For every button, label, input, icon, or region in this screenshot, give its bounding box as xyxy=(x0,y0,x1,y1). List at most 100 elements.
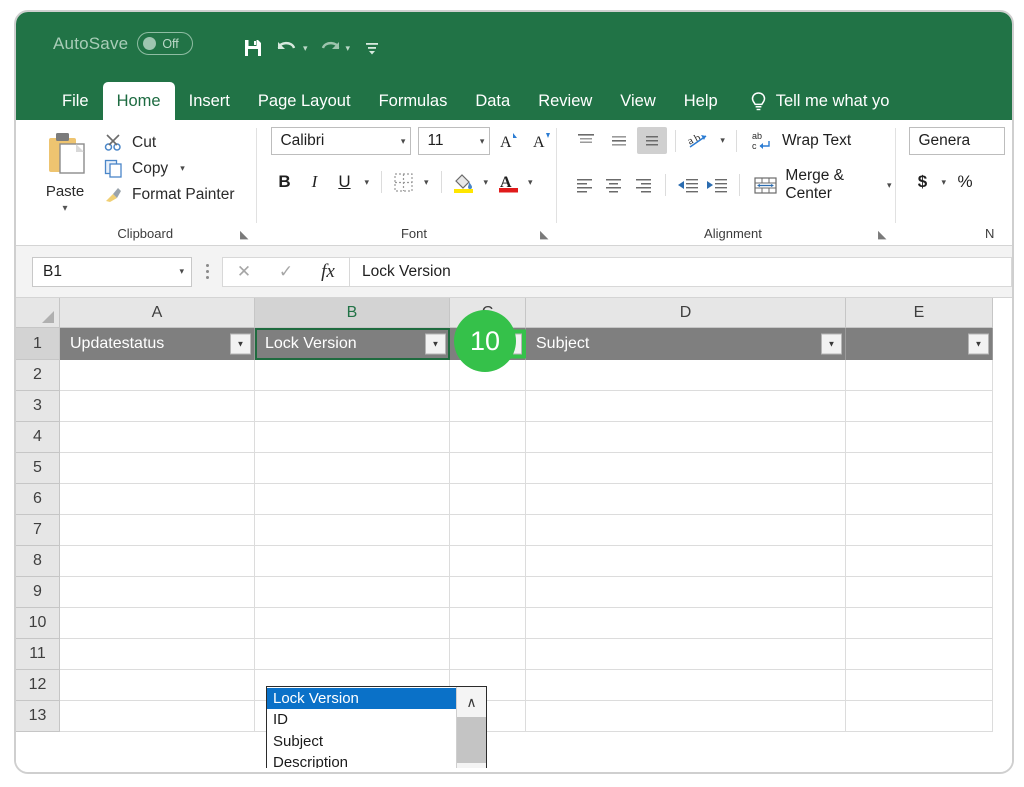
format-painter-button[interactable]: Format Painter xyxy=(104,185,235,204)
borders-icon[interactable] xyxy=(391,168,417,196)
row-header-12[interactable]: 12 xyxy=(16,670,60,701)
cell-a1[interactable]: Updatestatus ▼ xyxy=(60,328,255,360)
cell-e10[interactable] xyxy=(846,608,993,639)
copy-button[interactable]: Copy ▾ xyxy=(104,159,235,178)
column-header-e[interactable]: E xyxy=(846,298,993,328)
cell-b4[interactable] xyxy=(255,422,450,453)
enter-icon[interactable]: ✓ xyxy=(265,262,307,282)
cell-b9[interactable] xyxy=(255,577,450,608)
cell-e2[interactable] xyxy=(846,360,993,391)
increase-indent-icon[interactable] xyxy=(704,172,731,199)
undo-icon[interactable] xyxy=(272,34,302,62)
merge-center-dropdown-icon[interactable]: ▾ xyxy=(884,180,895,191)
cancel-icon[interactable]: ✕ xyxy=(223,262,265,282)
cell-e13[interactable] xyxy=(846,701,993,732)
cell-c3[interactable] xyxy=(450,391,526,422)
merge-center-button[interactable]: Merge & Center ▾ xyxy=(747,167,894,203)
cell-d7[interactable] xyxy=(526,515,846,546)
cell-d8[interactable] xyxy=(526,546,846,577)
cell-e11[interactable] xyxy=(846,639,993,670)
decrease-font-size-icon[interactable]: A xyxy=(530,127,556,155)
cell-a9[interactable] xyxy=(60,577,255,608)
cell-a3[interactable] xyxy=(60,391,255,422)
row-header-6[interactable]: 6 xyxy=(16,484,60,515)
cell-a2[interactable] xyxy=(60,360,255,391)
cell-d9[interactable] xyxy=(526,577,846,608)
chevron-down-icon[interactable]: ▾ xyxy=(480,136,485,147)
accounting-format-button[interactable]: $ xyxy=(909,168,935,196)
cell-d2[interactable] xyxy=(526,360,846,391)
row-header-8[interactable]: 8 xyxy=(16,546,60,577)
cell-b10[interactable] xyxy=(255,608,450,639)
font-name-combo[interactable]: Calibri ▾ xyxy=(271,127,411,155)
cell-e6[interactable] xyxy=(846,484,993,515)
align-middle-icon[interactable] xyxy=(604,127,634,154)
tell-me-search[interactable]: Tell me what yo xyxy=(750,82,890,120)
cut-button[interactable]: Cut xyxy=(104,133,235,152)
decrease-indent-icon[interactable] xyxy=(674,172,701,199)
cell-c9[interactable] xyxy=(450,577,526,608)
cell-a7[interactable] xyxy=(60,515,255,546)
filter-button-b[interactable]: ▼ xyxy=(425,334,446,355)
cell-e4[interactable] xyxy=(846,422,993,453)
row-header-5[interactable]: 5 xyxy=(16,453,60,484)
wrap-text-button[interactable]: abc Wrap Text xyxy=(745,130,851,152)
accounting-dropdown-icon[interactable]: ▾ xyxy=(938,177,949,188)
cell-d12[interactable] xyxy=(526,670,846,701)
paste-button[interactable]: Paste ▾ xyxy=(34,127,96,214)
cell-e9[interactable] xyxy=(846,577,993,608)
bold-button[interactable]: B xyxy=(271,168,297,196)
cell-a6[interactable] xyxy=(60,484,255,515)
number-format-combo[interactable]: Genera xyxy=(909,127,1005,155)
dropdown-item[interactable]: Lock Version xyxy=(267,688,456,709)
font-color-dropdown-icon[interactable]: ▾ xyxy=(525,177,536,188)
italic-button[interactable]: I xyxy=(301,168,327,196)
orientation-dropdown-icon[interactable]: ▾ xyxy=(717,135,728,146)
cell-b1[interactable]: Lock Version ▼ xyxy=(255,328,450,360)
cell-a13[interactable] xyxy=(60,701,255,732)
tab-data[interactable]: Data xyxy=(461,82,524,120)
cell-e7[interactable] xyxy=(846,515,993,546)
dropdown-item[interactable]: ID xyxy=(267,709,456,730)
align-right-icon[interactable] xyxy=(631,172,658,199)
cell-b6[interactable] xyxy=(255,484,450,515)
font-size-combo[interactable]: 11 ▾ xyxy=(418,127,490,155)
cell-b2[interactable] xyxy=(255,360,450,391)
scroll-up-icon[interactable]: ∧ xyxy=(457,687,486,717)
cell-a12[interactable] xyxy=(60,670,255,701)
column-header-d[interactable]: D xyxy=(526,298,846,328)
cell-c7[interactable] xyxy=(450,515,526,546)
cell-b7[interactable] xyxy=(255,515,450,546)
customize-quick-access-icon[interactable] xyxy=(357,34,387,62)
cell-c10[interactable] xyxy=(450,608,526,639)
align-center-icon[interactable] xyxy=(601,172,628,199)
save-icon[interactable] xyxy=(238,34,268,62)
row-header-3[interactable]: 3 xyxy=(16,391,60,422)
align-top-icon[interactable] xyxy=(571,127,601,154)
borders-dropdown-icon[interactable]: ▾ xyxy=(421,177,432,188)
chevron-down-icon[interactable]: ▾ xyxy=(401,136,406,147)
cell-c4[interactable] xyxy=(450,422,526,453)
scrollbar-thumb[interactable] xyxy=(457,717,486,763)
row-header-2[interactable]: 2 xyxy=(16,360,60,391)
undo-dropdown-icon[interactable]: ▾ xyxy=(303,43,308,54)
cell-c11[interactable] xyxy=(450,639,526,670)
tab-file[interactable]: File xyxy=(48,82,103,120)
cell-d10[interactable] xyxy=(526,608,846,639)
formula-input[interactable]: Lock Version xyxy=(349,257,1012,287)
redo-dropdown-icon[interactable]: ▾ xyxy=(346,43,351,54)
dropdown-item[interactable]: Subject xyxy=(267,731,456,752)
dropdown-scrollbar[interactable]: ∧ ∨ xyxy=(456,687,486,768)
cell-b11[interactable] xyxy=(255,639,450,670)
filter-button-d[interactable]: ▼ xyxy=(821,334,842,355)
copy-dropdown-icon[interactable]: ▾ xyxy=(177,163,188,174)
alignment-dialog-launcher-icon[interactable]: ◣ xyxy=(878,228,886,241)
cell-b3[interactable] xyxy=(255,391,450,422)
row-header-9[interactable]: 9 xyxy=(16,577,60,608)
tab-insert[interactable]: Insert xyxy=(175,82,244,120)
fill-color-icon[interactable] xyxy=(451,168,477,196)
cell-c8[interactable] xyxy=(450,546,526,577)
column-header-a[interactable]: A xyxy=(60,298,255,328)
cell-d1[interactable]: Subject ▼ xyxy=(526,328,846,360)
cell-c5[interactable] xyxy=(450,453,526,484)
